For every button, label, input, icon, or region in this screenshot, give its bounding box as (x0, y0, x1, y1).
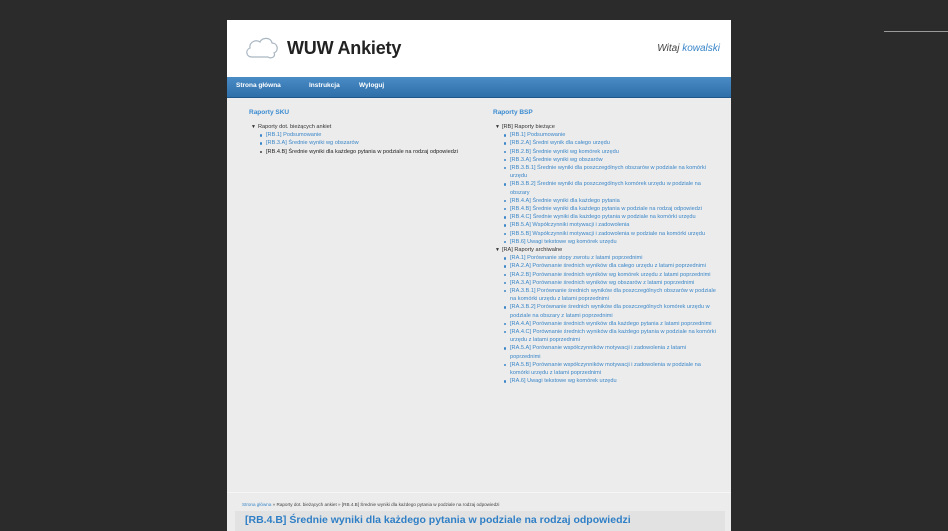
list-item: [RB.5.A] Współczynniki motywacji i zadow… (503, 221, 717, 229)
report-link[interactable]: [RB.3.A] Średnie wyniki wg obszarów (266, 140, 359, 146)
site-title: WUW Ankiety (287, 38, 402, 58)
report-link[interactable]: [RA.3.B.1] Porównanie średnich wyników d… (510, 288, 716, 302)
group-label: [RA] Raporty archiwalne (501, 247, 563, 254)
report-link[interactable]: [RA.3.B.2] Porównanie średnich wyników d… (510, 304, 710, 318)
list-item: [RA.4.A] Porównanie średnich wyników dla… (503, 320, 717, 328)
list-item: [RA.5.A] Porównanie współczynników motyw… (503, 344, 717, 360)
list-item: [RB.5.B] Współczynniki motywacji i zadow… (503, 230, 717, 238)
report-link[interactable]: [RB.4.B] Średnie wyniki dla każdego pyta… (510, 206, 702, 212)
report-link[interactable]: [RB.6] Uwagi tekstowe wg komórek urzędu (510, 239, 617, 245)
list-item: [RB.4.B] Średnie wyniki dla każdego pyta… (503, 205, 717, 213)
nav-home[interactable]: Strona główna (236, 82, 281, 89)
breadcrumb-current: [RB.4.B] Średnie wyniki dla każdego pyta… (341, 502, 500, 507)
report-link[interactable]: [RA.5.A] Porównanie współczynników motyw… (510, 345, 686, 359)
bsp-section-title: Raporty BSP (493, 109, 533, 116)
sku-group-label: Raporty dot. bieżących ankiet (257, 124, 332, 130)
bsp-group-header-rb[interactable]: ▼ [RB] Raporty bieżące (493, 123, 717, 131)
report-link[interactable]: [RB.2.B] Średnie wyniki wg komórek urzęd… (510, 149, 619, 155)
report-link[interactable]: [RB.5.B] Współczynniki motywacji i zadow… (510, 231, 705, 237)
report-link[interactable]: [RB.3.B.1] Średnie wyniki dla poszczegól… (510, 165, 706, 179)
list-item: [RA.3.B.2] Porównanie średnich wyników d… (503, 303, 717, 319)
welcome-message: Witaj kowalski (657, 43, 720, 54)
breadcrumb-home-link[interactable]: Strona główna (242, 502, 271, 507)
report-link[interactable]: [RB.2.A] Średni wynik dla całego urzędu (510, 140, 610, 146)
list-item: [RB.4.C] Średnie wyniki dla każdego pyta… (503, 213, 717, 221)
list-item: [RA.1] Porównanie stopy zwrotu z latami … (503, 254, 717, 262)
sku-tree: ▼ Raporty dot. bieżących ankiet [RB.1] Po… (249, 123, 469, 156)
sku-section-title: Raporty SKU (249, 109, 290, 116)
list-item: [RB.1] Podsumowanie (259, 131, 469, 139)
rb-report-list: [RB.1] Podsumowanie [RB.2.A] Średni wynik… (493, 131, 717, 246)
expand-triangle-icon: ▼ (495, 124, 500, 130)
report-link[interactable]: [RB.3.B.2] Średnie wyniki dla poszczegól… (510, 181, 701, 195)
nav-logout[interactable]: Wyloguj (359, 82, 384, 89)
list-item: [RA.3.B.1] Porównanie średnich wyników d… (503, 287, 717, 303)
list-item: [RB.4.A] Średnie wyniki dla każdego pyta… (503, 197, 717, 205)
report-link[interactable]: [RA.4.C] Porównanie średnich wyników dla… (510, 329, 716, 343)
list-item: [RB.2.A] Średni wynik dla całego urzędu (503, 139, 717, 147)
page-container: WUW Ankiety Witaj kowalski Strona główna… (227, 20, 731, 531)
username-link[interactable]: kowalski (682, 43, 720, 54)
report-link[interactable]: [RA.5.B] Porównanie współczynników motyw… (510, 362, 701, 376)
report-link[interactable]: [RB.5.A] Współczynniki motywacji i zadow… (510, 222, 629, 228)
expand-triangle-icon: ▼ (251, 124, 256, 130)
list-item: [RA.2.B] Porównanie średnich wyników wg … (503, 271, 717, 279)
list-item: [RB.2.B] Średnie wyniki wg komórek urzęd… (503, 148, 717, 156)
bsp-tree: ▼ [RB] Raporty bieżące [RB.1] Podsumowani… (493, 123, 717, 386)
list-item: [RA.6] Uwagi tekstowe wg komórek urzędu (503, 377, 717, 385)
ra-report-list: [RA.1] Porównanie stopy zwrotu z latami … (493, 254, 717, 385)
group-label: [RB] Raporty bieżące (501, 124, 555, 130)
report-title: [RB.4.B] Średnie wyniki dla każdego pyta… (235, 511, 725, 531)
report-link[interactable]: [RB.1] Podsumowanie (266, 132, 321, 138)
breadcrumb-level1: Raporty dot. bieżących ankiet (276, 502, 337, 507)
list-item: [RA.3.A] Porównanie średnich wyników wg … (503, 279, 717, 287)
report-link[interactable]: [RA.6] Uwagi tekstowe wg komórek urzędu (510, 378, 617, 384)
site-header: WUW Ankiety Witaj kowalski (227, 20, 731, 77)
expand-triangle-icon: ▼ (495, 247, 500, 254)
current-report-item: [RB.4.B] Średnie wyniki dla każdego pyta… (259, 148, 469, 156)
list-item: [RA.2.A] Porównanie średnich wyników dla… (503, 262, 717, 270)
report-link[interactable]: [RA.3.A] Porównanie średnich wyników wg … (510, 280, 694, 286)
report-link[interactable]: [RB.4.A] Średnie wyniki dla każdego pyta… (510, 198, 620, 204)
report-link[interactable]: [RA.2.B] Porównanie średnich wyników wg … (510, 272, 711, 278)
list-item: [RB.6] Uwagi tekstowe wg komórek urzędu (503, 238, 717, 246)
nav-instructions[interactable]: Instrukcja (309, 82, 340, 89)
breadcrumb: Strona główna » Raporty dot. bieżących a… (242, 502, 499, 507)
report-link[interactable]: [RA.1] Porównanie stopy zwrotu z latami … (510, 255, 642, 261)
list-item: [RB.1] Podsumowanie (503, 131, 717, 139)
welcome-prefix: Witaj (657, 43, 680, 54)
breadcrumb-separator: » (338, 502, 341, 507)
cloud-logo-icon (246, 37, 278, 59)
breadcrumb-separator: » (272, 502, 276, 507)
footer-divider (227, 492, 731, 493)
sku-report-list: [RB.1] Podsumowanie [RB.3.A] Średnie wyn… (249, 131, 469, 156)
bsp-reports-column: Raporty BSP ▼ [RB] Raporty bieżące [RB.1]… (493, 109, 717, 386)
list-item: [RB.3.B.1] Średnie wyniki dla poszczegól… (503, 164, 717, 180)
main-navbar: Strona główna Instrukcja Wyloguj (227, 77, 731, 98)
list-item: [RB.3.A] Średnie wyniki wg obszarów (259, 139, 469, 147)
report-link[interactable]: [RA.2.A] Porównanie średnich wyników dla… (510, 263, 706, 269)
report-link[interactable]: [RB.3.A] Średnie wyniki wg obszarów (510, 157, 603, 163)
bsp-group-header-ra[interactable]: ▼ [RA] Raporty archiwalne (493, 246, 717, 254)
top-divider-line (884, 31, 948, 32)
list-item: [RB.3.A] Średnie wyniki wg obszarów (503, 156, 717, 164)
list-item: [RB.3.B.2] Średnie wyniki dla poszczegól… (503, 180, 717, 196)
sku-reports-column: Raporty SKU ▼ Raporty dot. bieżących anki… (249, 109, 469, 156)
list-item: [RA.5.B] Porównanie współczynników motyw… (503, 361, 717, 377)
sku-group-header[interactable]: ▼ Raporty dot. bieżących ankiet (249, 123, 469, 131)
report-link[interactable]: [RB.4.C] Średnie wyniki dla każdego pyta… (510, 214, 696, 220)
list-item: [RA.4.C] Porównanie średnich wyników dla… (503, 328, 717, 344)
report-link[interactable]: [RA.4.A] Porównanie średnich wyników dla… (510, 321, 711, 327)
report-link[interactable]: [RB.1] Podsumowanie (510, 132, 565, 138)
